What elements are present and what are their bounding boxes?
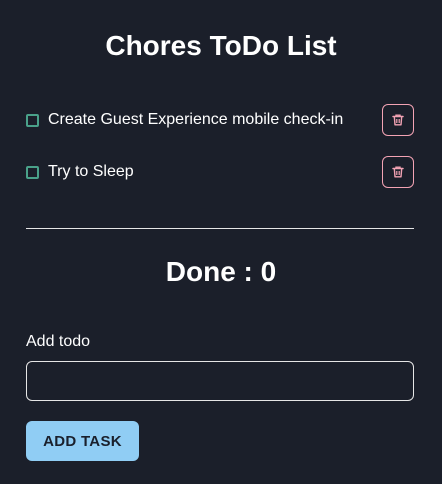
todo-item: Create Guest Experience mobile check-in [26, 104, 414, 136]
page-title: Chores ToDo List [105, 30, 337, 61]
divider [26, 228, 414, 229]
add-task-button[interactable]: ADD TASK [26, 421, 139, 461]
trash-icon [392, 166, 404, 178]
todo-label: Try to Sleep [48, 163, 134, 180]
trash-icon [392, 114, 404, 126]
delete-todo-button[interactable] [382, 104, 414, 136]
todo-label: Create Guest Experience mobile check-in [48, 111, 344, 128]
todo-item: Try to Sleep [26, 156, 414, 188]
delete-todo-button[interactable] [382, 156, 414, 188]
add-todo-input[interactable] [26, 361, 414, 401]
todo-checkbox[interactable] [26, 165, 39, 179]
add-todo-label: Add todo [26, 333, 91, 350]
done-counter: Done : 0 [165, 256, 277, 287]
todo-checkbox[interactable] [26, 113, 39, 127]
